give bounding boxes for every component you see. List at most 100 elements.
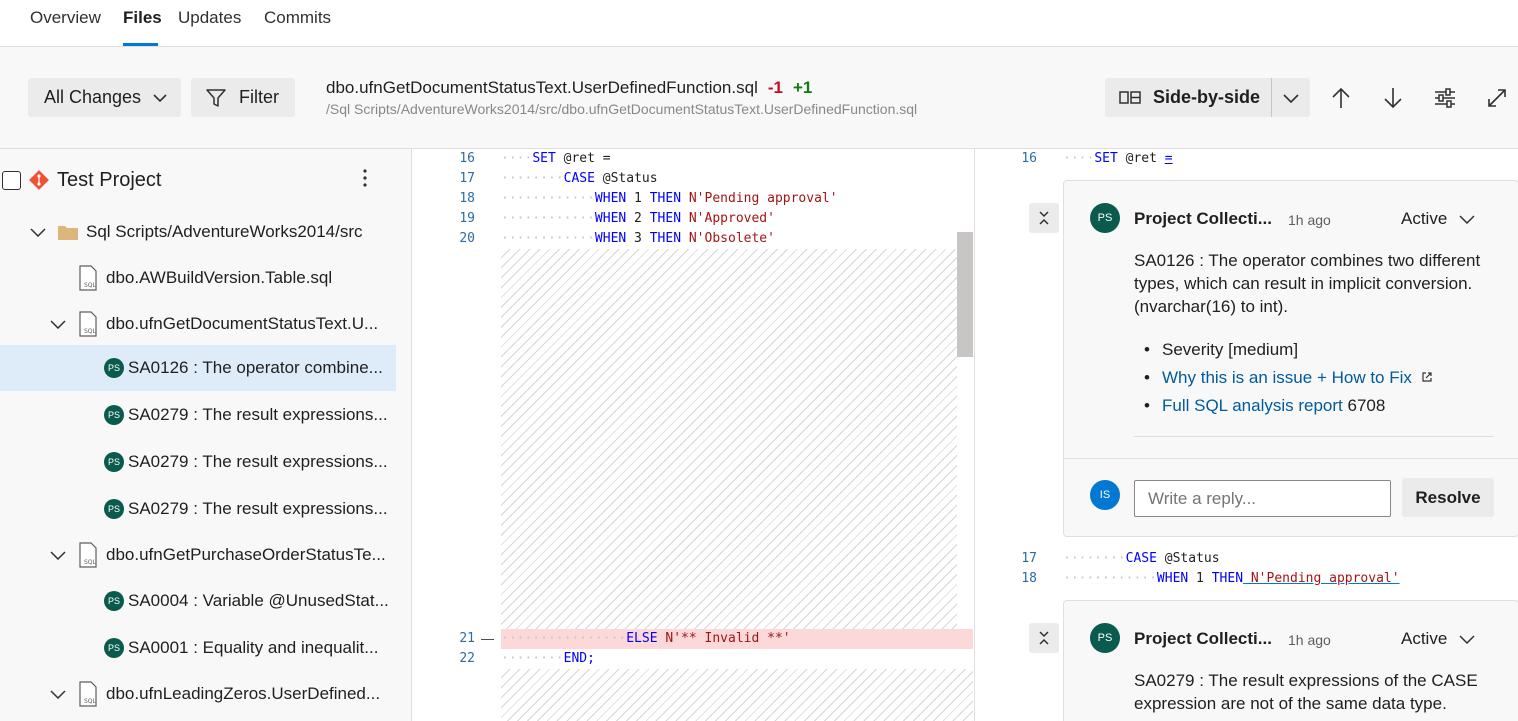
diff-left-pane: 16 17 18 19 20 ····SET @ret = ········CA… bbox=[413, 149, 973, 721]
chevron-down-icon[interactable] bbox=[49, 550, 67, 560]
svg-text:SQL: SQL bbox=[84, 698, 97, 705]
collapse-thread-button[interactable] bbox=[1029, 203, 1059, 233]
avatar: PS bbox=[1090, 203, 1120, 233]
git-repo-icon bbox=[28, 169, 50, 196]
sql-file-icon: SQL bbox=[78, 311, 98, 342]
severity-item: Severity [medium] bbox=[1144, 340, 1298, 360]
collapse-icon bbox=[1039, 211, 1049, 225]
tab-overview[interactable]: Overview bbox=[30, 8, 101, 28]
tab-bar: Overview Files Updates Commits bbox=[0, 0, 1518, 47]
chevron-down-icon[interactable] bbox=[29, 227, 47, 237]
code-line: ············WHEN 2 THEN N'Approved' bbox=[501, 211, 775, 226]
code-line-deleted: ················ELSE N'** Invalid **' bbox=[501, 631, 791, 646]
avatar: PS bbox=[104, 405, 124, 425]
comment-body: SA0126 : The operator combines two diffe… bbox=[1134, 251, 1481, 316]
comment-title: SA0004 : Variable @UnusedStat... bbox=[128, 591, 389, 610]
comment-row[interactable]: PS SA0279 : The result expressions... bbox=[0, 392, 396, 438]
report-link[interactable]: Full SQL analysis report bbox=[1162, 396, 1343, 415]
line-number: 21 bbox=[459, 631, 475, 646]
tab-updates[interactable]: Updates bbox=[178, 8, 241, 28]
file-tree-sidebar: Test Project Sql Scripts/AdventureWorks2… bbox=[0, 149, 412, 721]
code-line: ········END; bbox=[501, 651, 595, 666]
svg-text:SQL: SQL bbox=[84, 559, 97, 566]
comment-row[interactable]: PS SA0004 : Variable @UnusedStat... bbox=[0, 578, 396, 624]
sql-file-icon: SQL bbox=[78, 681, 98, 712]
deleted-line-marker: — bbox=[481, 631, 494, 646]
next-change-button[interactable] bbox=[1380, 85, 1406, 111]
file-row[interactable]: SQL dbo.AWBuildVersion.Table.sql bbox=[0, 255, 396, 301]
additions-count: +1 bbox=[792, 78, 813, 97]
file-name: dbo.ufnGetDocumentStatusText.U... bbox=[106, 314, 379, 333]
resolve-button[interactable]: Resolve bbox=[1402, 478, 1494, 517]
reply-input[interactable] bbox=[1134, 480, 1391, 517]
report-item[interactable]: Full SQL analysis report 6708 bbox=[1144, 396, 1385, 416]
comment-body: SA0279 : The result expressions of the C… bbox=[1134, 671, 1478, 713]
status-dropdown[interactable]: Active bbox=[1401, 629, 1475, 649]
avatar: IS bbox=[1090, 480, 1120, 510]
side-by-side-icon bbox=[1119, 90, 1141, 104]
folder-icon bbox=[58, 224, 78, 245]
file-row[interactable]: SQL dbo.ufnGetDocumentStatusText.U... bbox=[0, 301, 396, 347]
tab-files[interactable]: Files bbox=[123, 8, 162, 28]
line-number: 18 bbox=[1021, 571, 1037, 586]
sql-file-icon: SQL bbox=[78, 542, 98, 573]
status-label: Active bbox=[1401, 209, 1448, 228]
avatar: PS bbox=[104, 591, 124, 611]
code-line: ············WHEN 1 THEN N'Pending approv… bbox=[501, 191, 838, 206]
avatar: PS bbox=[104, 499, 124, 519]
diff-toolbar: All Changes Filter dbo.ufnGetDocumentSta… bbox=[0, 47, 1518, 149]
status-dropdown[interactable]: Active bbox=[1401, 209, 1475, 229]
active-tab-indicator bbox=[123, 43, 158, 46]
comment-author: Project Collecti... bbox=[1134, 629, 1272, 648]
folder-row[interactable]: Sql Scripts/AdventureWorks2014/src bbox=[0, 209, 396, 255]
arrow-down-icon bbox=[1384, 88, 1402, 109]
diff-settings-button[interactable] bbox=[1432, 85, 1458, 111]
scrollbar-thumb[interactable] bbox=[957, 232, 973, 357]
code-line: ············WHEN 3 THEN N'Obsolete' bbox=[501, 231, 775, 246]
project-checkbox[interactable] bbox=[2, 170, 21, 190]
project-row[interactable]: Test Project bbox=[0, 157, 396, 203]
diff-right-pane: 16 ····SET @ret = PS Project Collecti...… bbox=[974, 149, 1518, 721]
chevron-down-icon[interactable] bbox=[49, 319, 67, 329]
comment-thread: PS Project Collecti... 1h ago Active SA0… bbox=[1063, 600, 1518, 721]
code-line: ····SET @ret = bbox=[1063, 151, 1173, 166]
comment-author: Project Collecti... bbox=[1134, 209, 1272, 228]
view-mode-dropdown[interactable] bbox=[1271, 78, 1310, 117]
side-by-side-button[interactable]: Side-by-side bbox=[1105, 78, 1271, 117]
chevron-down-icon bbox=[1459, 215, 1475, 224]
code-line: ········CASE @Status bbox=[501, 171, 658, 186]
line-number: 16 bbox=[459, 151, 475, 166]
code-line: ············WHEN 1 THEN N'Pending approv… bbox=[1063, 571, 1400, 586]
empty-diff-region bbox=[501, 669, 973, 721]
folder-name: Sql Scripts/AdventureWorks2014/src bbox=[86, 222, 363, 241]
line-number: 22 bbox=[459, 651, 475, 666]
line-number: 17 bbox=[1021, 551, 1037, 566]
file-row[interactable]: SQL dbo.ufnGetPurchaseOrderStatusTe... bbox=[0, 532, 396, 578]
line-number: 18 bbox=[459, 191, 475, 206]
project-name: Test Project bbox=[57, 168, 162, 191]
tab-commits[interactable]: Commits bbox=[264, 8, 331, 28]
sql-file-icon: SQL bbox=[78, 265, 98, 296]
comment-row[interactable]: PS SA0001 : Equality and inequalit... bbox=[0, 625, 396, 671]
status-label: Active bbox=[1401, 629, 1448, 648]
all-changes-dropdown[interactable]: All Changes bbox=[28, 78, 181, 117]
file-row[interactable]: SQL dbo.ufnLeadingZeros.UserDefined... bbox=[0, 671, 396, 717]
fullscreen-button[interactable] bbox=[1484, 85, 1510, 111]
line-number: 19 bbox=[459, 211, 475, 226]
comment-title: SA0279 : The result expressions... bbox=[128, 499, 388, 518]
comment-row[interactable]: PS SA0279 : The result expressions... bbox=[0, 439, 396, 485]
arrow-up-icon bbox=[1332, 87, 1350, 108]
file-name: dbo.ufnGetPurchaseOrderStatusTe... bbox=[106, 545, 386, 564]
how-to-fix-link[interactable]: Why this is an issue + How to Fix bbox=[1162, 368, 1412, 387]
comment-row[interactable]: PS SA0279 : The result expressions... bbox=[0, 486, 396, 532]
comment-row[interactable]: PS SA0126 : The operator combine... bbox=[0, 345, 396, 391]
chevron-down-icon[interactable] bbox=[49, 689, 67, 699]
filter-icon bbox=[206, 88, 226, 107]
more-options-icon[interactable] bbox=[357, 167, 373, 194]
code-line: ····SET @ret = bbox=[501, 151, 611, 166]
filter-button[interactable]: Filter bbox=[191, 78, 295, 117]
previous-change-button[interactable] bbox=[1328, 85, 1354, 111]
file-name: dbo.ufnGetDocumentStatusText.UserDefined… bbox=[326, 78, 758, 97]
collapse-thread-button[interactable] bbox=[1029, 623, 1059, 653]
how-to-fix-item[interactable]: Why this is an issue + How to Fix bbox=[1144, 368, 1433, 388]
